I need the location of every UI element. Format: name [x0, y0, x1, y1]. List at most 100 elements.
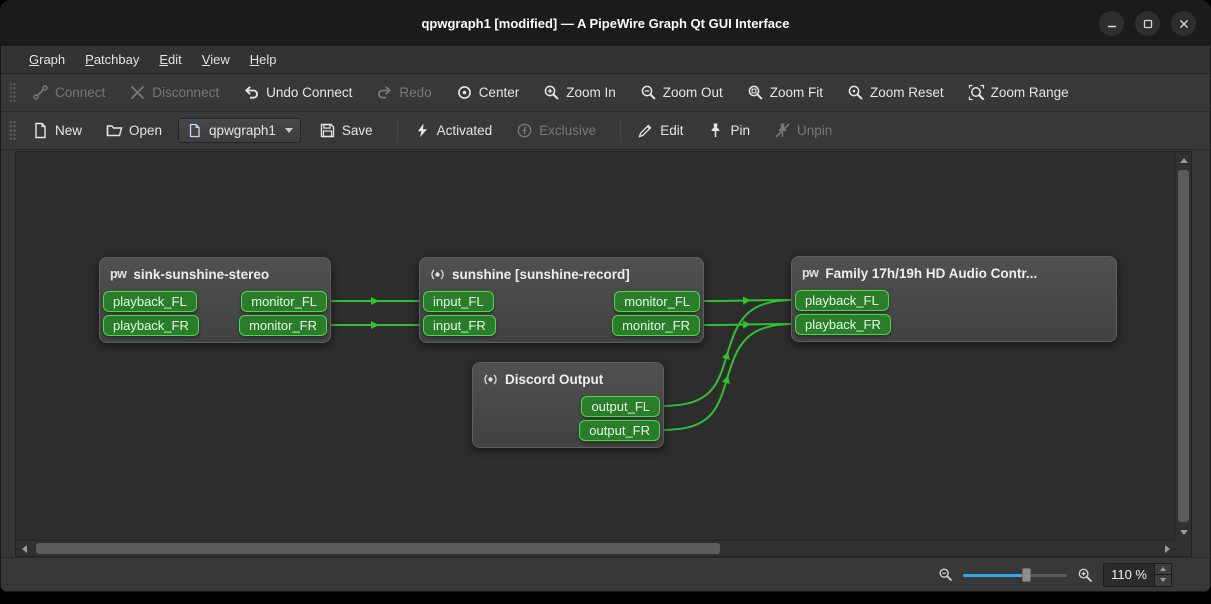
- close-button[interactable]: [1171, 11, 1196, 36]
- scroll-left-button[interactable]: [16, 541, 32, 557]
- graph-toolbar: Connect Disconnect Undo Connect Redo Cen: [1, 74, 1210, 112]
- patchbay-file-icon: [186, 122, 203, 139]
- exclusive-button[interactable]: Exclusive: [508, 117, 604, 144]
- maximize-button[interactable]: [1135, 11, 1160, 36]
- port-input_FR[interactable]: input_FR: [423, 315, 496, 336]
- menu-graph[interactable]: Graph: [19, 48, 75, 71]
- scrollbar-corner: [1175, 540, 1191, 556]
- port-playback_FL[interactable]: playback_FL: [103, 291, 197, 312]
- scroll-up-button[interactable]: [1176, 152, 1192, 168]
- triangle-right-icon: [1165, 545, 1170, 553]
- redo-icon: [376, 84, 393, 101]
- edit-button[interactable]: Edit: [629, 117, 691, 144]
- zoom-slider[interactable]: [963, 567, 1067, 583]
- toolbar-grip[interactable]: [9, 82, 16, 104]
- port-playback_FR[interactable]: playback_FR: [103, 315, 199, 336]
- zoom-value[interactable]: 110 %: [1104, 564, 1154, 586]
- vertical-scrollbar[interactable]: [1175, 152, 1191, 540]
- node-family-audio-controller[interactable]: pw Family 17h/19h HD Audio Contr... play…: [791, 256, 1117, 342]
- zoom-range-button[interactable]: Zoom Range: [960, 79, 1077, 106]
- redo-button[interactable]: Redo: [368, 79, 439, 106]
- app-window: qpwgraph1 [modified] — A PipeWire Graph …: [0, 0, 1211, 592]
- node-title: sink-sunshine-stereo: [133, 267, 269, 282]
- zoom-spin-down-button[interactable]: [1155, 574, 1171, 586]
- unpin-icon: [774, 122, 791, 139]
- connect-icon: [32, 84, 49, 101]
- port-monitor_FR[interactable]: monitor_FR: [612, 315, 700, 336]
- triangle-down-icon: [1160, 578, 1166, 582]
- zoom-spin-up-button[interactable]: [1155, 564, 1171, 575]
- save-icon: [319, 122, 336, 139]
- pin-button[interactable]: Pin: [699, 117, 758, 144]
- port-playback_FR[interactable]: playback_FR: [795, 314, 891, 335]
- unpin-button[interactable]: Unpin: [766, 117, 840, 144]
- port-monitor_FL[interactable]: monitor_FL: [241, 291, 327, 312]
- pipewire-icon: pw: [802, 266, 818, 280]
- undo-connect-button[interactable]: Undo Connect: [235, 79, 360, 106]
- zoom-fit-button[interactable]: Zoom Fit: [739, 79, 831, 106]
- port-output_FR[interactable]: output_FR: [579, 420, 660, 441]
- scroll-down-button[interactable]: [1176, 524, 1192, 540]
- port-monitor_FR[interactable]: monitor_FR: [239, 315, 327, 336]
- open-button[interactable]: Open: [98, 117, 170, 144]
- port-monitor_FL[interactable]: monitor_FL: [614, 291, 700, 312]
- connect-button[interactable]: Connect: [24, 79, 113, 106]
- node-sunshine[interactable]: sunshine [sunshine-record] input_FL inpu…: [419, 257, 704, 343]
- minimize-button[interactable]: [1099, 11, 1124, 36]
- center-icon: [456, 84, 473, 101]
- zoom-in-icon[interactable]: [1077, 567, 1093, 583]
- patchbay-select[interactable]: qpwgraph1: [178, 118, 301, 143]
- center-button[interactable]: Center: [448, 79, 528, 106]
- node-sink-sunshine-stereo[interactable]: pw sink-sunshine-stereo playback_FL play…: [99, 257, 331, 343]
- save-button[interactable]: Save: [311, 117, 381, 144]
- pin-icon: [707, 122, 724, 139]
- toolbar-separator: [620, 120, 621, 142]
- toolbar-grip[interactable]: [9, 120, 16, 142]
- scroll-right-button[interactable]: [1159, 541, 1175, 557]
- new-button[interactable]: New: [24, 117, 90, 144]
- zoom-out-icon[interactable]: [938, 567, 953, 582]
- zoom-in-button[interactable]: Zoom In: [535, 79, 624, 106]
- window-controls: [1099, 11, 1196, 36]
- node-discord-output[interactable]: Discord Output output_FL output_FR: [472, 362, 664, 448]
- node-title: Discord Output: [505, 372, 603, 387]
- zoom-reset-icon: [847, 84, 864, 101]
- triangle-down-icon: [1180, 530, 1188, 535]
- media-record-icon: [430, 267, 445, 282]
- zoom-reset-button[interactable]: Zoom Reset: [839, 79, 952, 106]
- maximize-icon: [1143, 19, 1153, 29]
- graph-canvas[interactable]: pw sink-sunshine-stereo playback_FL play…: [15, 151, 1192, 557]
- vertical-scrollbar-handle[interactable]: [1178, 170, 1189, 522]
- undo-icon: [243, 84, 260, 101]
- activated-button[interactable]: Activated: [406, 117, 501, 144]
- disconnect-icon: [129, 84, 146, 101]
- activated-icon: [414, 122, 431, 139]
- menu-view[interactable]: View: [192, 48, 240, 71]
- port-input_FL[interactable]: input_FL: [423, 291, 494, 312]
- zoom-out-button[interactable]: Zoom Out: [632, 79, 731, 106]
- minimize-icon: [1107, 19, 1117, 29]
- disconnect-button[interactable]: Disconnect: [121, 79, 227, 106]
- horizontal-scrollbar[interactable]: [16, 540, 1175, 556]
- open-folder-icon: [106, 122, 123, 139]
- exclusive-icon: [516, 122, 533, 139]
- edit-icon: [637, 122, 654, 139]
- graph-canvas-frame: pw sink-sunshine-stereo playback_FL play…: [1, 150, 1210, 557]
- zoom-slider-handle[interactable]: [1022, 568, 1031, 582]
- menu-help[interactable]: Help: [240, 48, 287, 71]
- statusbar: 110 %: [1, 557, 1210, 591]
- zoom-slider-fill: [963, 574, 1023, 577]
- menubar: Graph Patchbay Edit View Help: [1, 46, 1210, 74]
- zoom-range-icon: [968, 84, 985, 101]
- menu-patchbay[interactable]: Patchbay: [75, 48, 149, 71]
- triangle-left-icon: [22, 545, 27, 553]
- menu-edit[interactable]: Edit: [149, 48, 191, 71]
- port-output_FL[interactable]: output_FL: [581, 396, 660, 417]
- window-title: qpwgraph1 [modified] — A PipeWire Graph …: [1, 16, 1210, 31]
- port-playback_FL[interactable]: playback_FL: [795, 290, 889, 311]
- connections-layer: [16, 152, 1191, 556]
- patchbay-select-value: qpwgraph1: [209, 123, 276, 138]
- zoom-spinbox[interactable]: 110 %: [1103, 563, 1172, 587]
- new-file-icon: [32, 122, 49, 139]
- horizontal-scrollbar-handle[interactable]: [36, 543, 720, 554]
